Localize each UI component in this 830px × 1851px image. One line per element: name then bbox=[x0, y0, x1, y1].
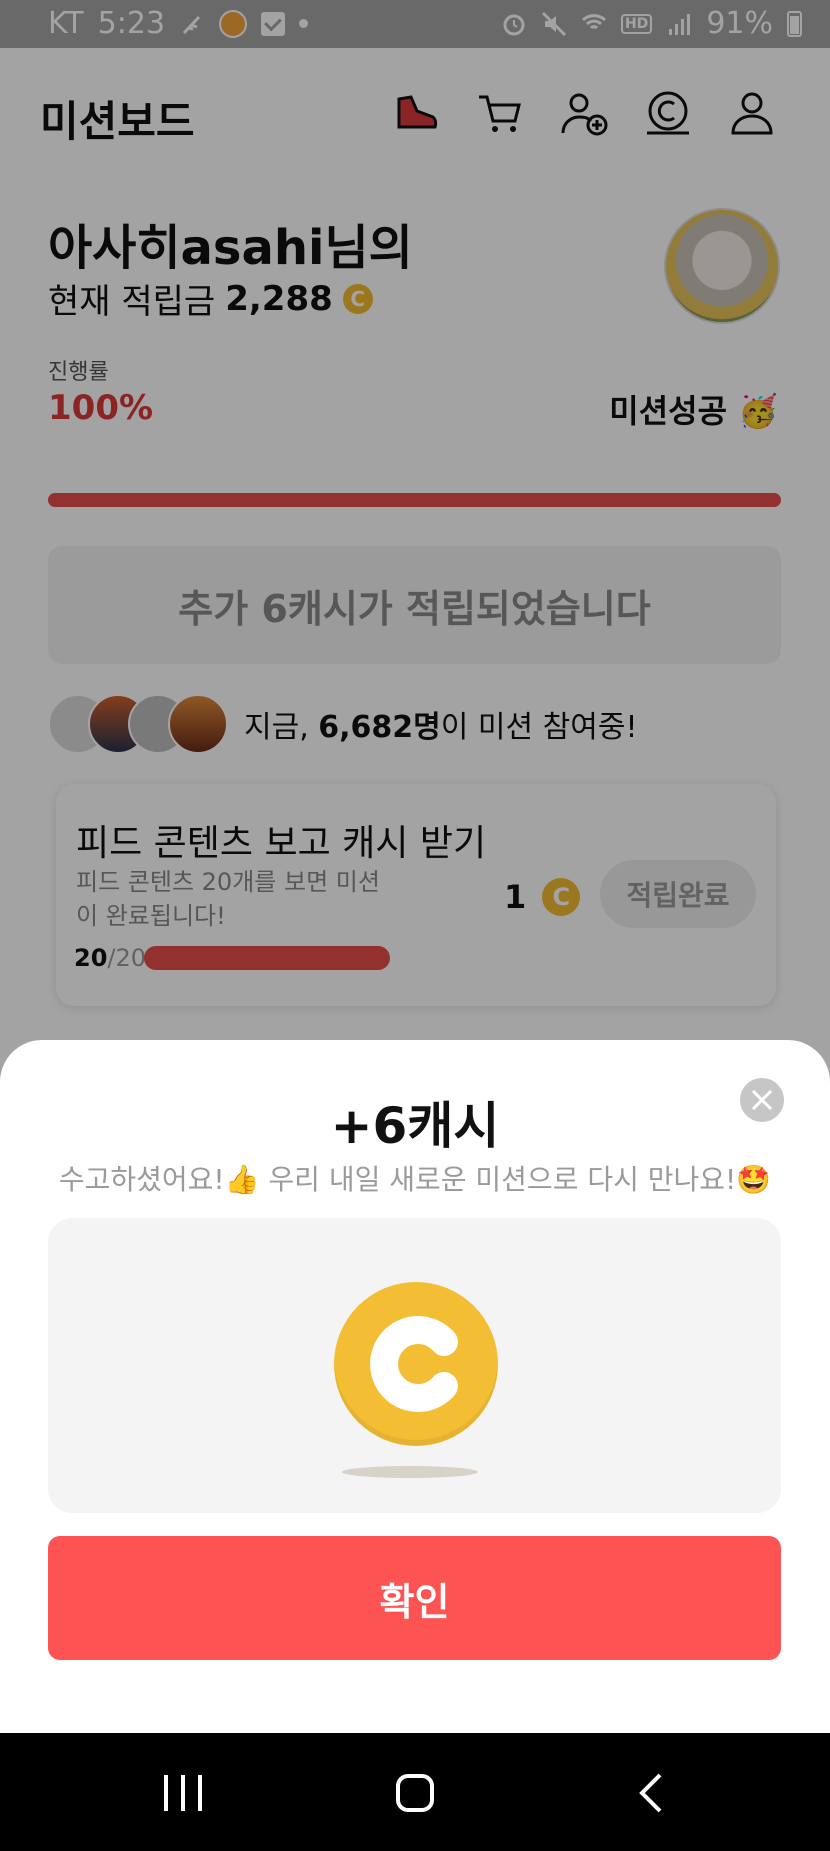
coin-shadow bbox=[342, 1466, 478, 1478]
back-icon bbox=[639, 1773, 662, 1813]
back-button[interactable] bbox=[636, 1769, 666, 1817]
coin-illustration-panel bbox=[48, 1218, 781, 1513]
recent-apps-button[interactable] bbox=[160, 1769, 206, 1817]
home-button[interactable] bbox=[395, 1769, 435, 1817]
reward-title: +6캐시 bbox=[330, 1097, 500, 1155]
system-navigation-bar bbox=[0, 1733, 830, 1851]
recent-apps-icon bbox=[164, 1775, 202, 1811]
reward-bottom-sheet: +6캐시 수고하셨어요!👍 우리 내일 새로운 미션으로 다시 만나요!🤩 확인 bbox=[0, 1040, 830, 1733]
home-icon bbox=[396, 1774, 434, 1812]
confirm-button[interactable]: 확인 bbox=[48, 1536, 781, 1660]
coin-icon bbox=[334, 1282, 498, 1446]
reward-message: 수고하셨어요!👍 우리 내일 새로운 미션으로 다시 만나요!🤩 bbox=[58, 1163, 772, 1196]
